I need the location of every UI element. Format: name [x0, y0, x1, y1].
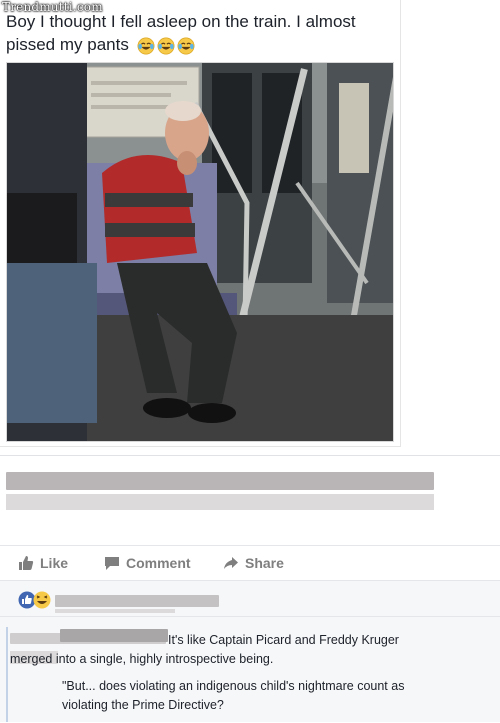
laughing-tears-emoji-icon — [177, 37, 195, 54]
post-footer: Like Comment Share It's like Captain Pic… — [0, 455, 500, 722]
subway-photo-image — [7, 63, 393, 441]
comment-button[interactable]: Comment — [104, 555, 191, 571]
comment-line-2: "But... does violating an indigenous chi… — [62, 679, 405, 712]
redacted-line — [6, 472, 434, 490]
thumbs-up-icon — [19, 556, 34, 570]
redacted-line — [6, 494, 434, 510]
comment-body: It's like Captain Picard and Freddy Krug… — [10, 631, 440, 723]
reactions-summary[interactable] — [0, 580, 500, 617]
like-label: Like — [40, 555, 69, 571]
haha-reaction-icon — [33, 591, 51, 609]
laughing-tears-emoji-icon — [157, 37, 175, 54]
laughing-tears-emoji-icon — [137, 37, 155, 54]
comment-line-1: It's like Captain Picard and Freddy Krug… — [10, 633, 399, 666]
share-button[interactable]: Share — [223, 555, 284, 571]
emoji-row — [137, 37, 195, 55]
post-photo[interactable] — [6, 62, 394, 442]
site-watermark: Trendmutti.com — [2, 0, 103, 14]
redacted-name — [55, 595, 219, 607]
redacted-line — [55, 609, 175, 613]
share-arrow-icon — [224, 557, 238, 569]
share-label: Share — [245, 555, 284, 571]
comment-label: Comment — [126, 555, 191, 571]
comment-accent-line — [6, 627, 8, 722]
like-button[interactable]: Like — [18, 555, 68, 571]
comment-bubble-icon — [105, 556, 119, 570]
comment: It's like Captain Picard and Freddy Krug… — [0, 616, 500, 722]
post-card: Boy I thought I fell asleep on the train… — [0, 0, 401, 447]
post-caption: Boy I thought I fell asleep on the train… — [6, 10, 391, 56]
action-bar: Like Comment Share — [0, 545, 500, 580]
